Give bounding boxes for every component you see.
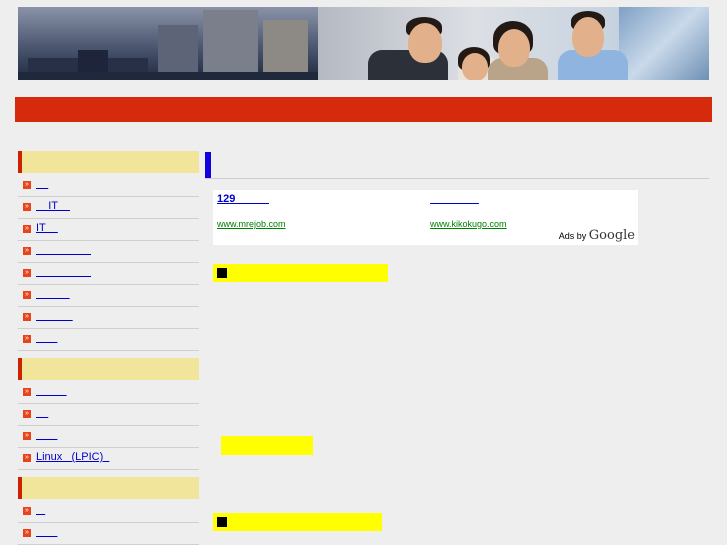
sidebar-item[interactable]: »: [18, 241, 199, 263]
sidebar-link[interactable]: [36, 523, 57, 542]
sidebar-item[interactable]: » IT: [18, 197, 199, 219]
person-figure: [572, 17, 604, 57]
ads-by-label: Ads by: [558, 231, 587, 241]
arrow-icon: »: [23, 225, 31, 233]
main-heading: [205, 152, 709, 179]
sidebar-item[interactable]: »: [18, 426, 199, 448]
sidebar-item[interactable]: » Linux (LPIC): [18, 448, 199, 470]
heading-marker: [205, 152, 211, 178]
sidebar-category-header: [18, 477, 199, 499]
skyline-shape: [263, 20, 308, 80]
ad-title-link[interactable]: [430, 193, 630, 207]
section-heading-box: [213, 264, 388, 282]
arrow-icon: »: [23, 247, 31, 255]
skyline-shape: [203, 10, 258, 80]
sidebar-link[interactable]: [36, 404, 48, 423]
arrow-icon: »: [23, 335, 31, 343]
ad-unit[interactable]: 129 www.mrejob.com: [217, 193, 417, 229]
sidebar-link[interactable]: IT: [36, 219, 58, 238]
ad-unit[interactable]: www.kikokugo.com: [430, 193, 630, 229]
sidebar-item[interactable]: » IT: [18, 219, 199, 241]
arrow-icon: »: [23, 269, 31, 277]
skyline-water: [18, 72, 318, 80]
ad-title-link[interactable]: 129: [217, 193, 417, 207]
ads-by-google[interactable]: Ads by Google: [559, 228, 635, 243]
sidebar-item[interactable]: »: [18, 307, 199, 329]
sidebar-link[interactable]: [36, 382, 67, 401]
sidebar-link[interactable]: [36, 241, 91, 260]
sidebar-item[interactable]: »: [18, 523, 199, 545]
square-bullet-icon: [217, 517, 227, 527]
square-bullet-icon: [217, 268, 227, 278]
sidebar-category-header: [18, 358, 199, 380]
arrow-icon: »: [23, 432, 31, 440]
arrow-icon: »: [23, 181, 31, 189]
sidebar-link[interactable]: [36, 285, 70, 304]
sidebar-item[interactable]: »: [18, 404, 199, 426]
google-logo: Google: [588, 228, 635, 243]
arrow-icon: »: [23, 291, 31, 299]
person-figure: [462, 53, 488, 80]
arrow-icon: »: [23, 388, 31, 396]
arrow-icon: »: [23, 507, 31, 515]
sidebar-item[interactable]: »: [18, 382, 199, 404]
sidebar-link[interactable]: [36, 329, 57, 348]
header-banner: [18, 7, 709, 80]
sidebar-link[interactable]: [36, 263, 91, 282]
sidebar-link[interactable]: [36, 426, 57, 445]
arrow-icon: »: [23, 203, 31, 211]
sidebar-link[interactable]: IT: [36, 197, 70, 216]
glass-building-image: [619, 7, 709, 80]
sidebar-link[interactable]: [36, 175, 48, 194]
section-heading-box: [213, 513, 382, 531]
sidebar-item[interactable]: »: [18, 175, 199, 197]
arrow-icon: »: [23, 454, 31, 462]
person-figure: [408, 23, 442, 63]
sidebar-link[interactable]: [36, 307, 73, 326]
navigation-bar: [15, 97, 712, 122]
sidebar-link[interactable]: [36, 501, 46, 520]
sidebar: » » IT » IT » » » » » » » » » Linux (LPIC)…: [18, 139, 199, 545]
sidebar-item[interactable]: »: [18, 285, 199, 307]
highlight-box: [221, 436, 313, 455]
sidebar-category-header: [18, 151, 199, 173]
person-figure: [498, 29, 530, 67]
ad-url[interactable]: www.mrejob.com: [217, 219, 286, 229]
ad-url[interactable]: www.kikokugo.com: [430, 219, 507, 229]
sidebar-item[interactable]: »: [18, 263, 199, 285]
sidebar-spacer: [18, 139, 199, 151]
arrow-icon: »: [23, 410, 31, 418]
google-ads-block: 129 www.mrejob.com www.kikokugo.com Ads …: [213, 190, 638, 245]
sidebar-item[interactable]: »: [18, 329, 199, 351]
arrow-icon: »: [23, 313, 31, 321]
sidebar-item[interactable]: »: [18, 501, 199, 523]
arrow-icon: »: [23, 529, 31, 537]
sidebar-link[interactable]: Linux (LPIC): [36, 448, 109, 467]
